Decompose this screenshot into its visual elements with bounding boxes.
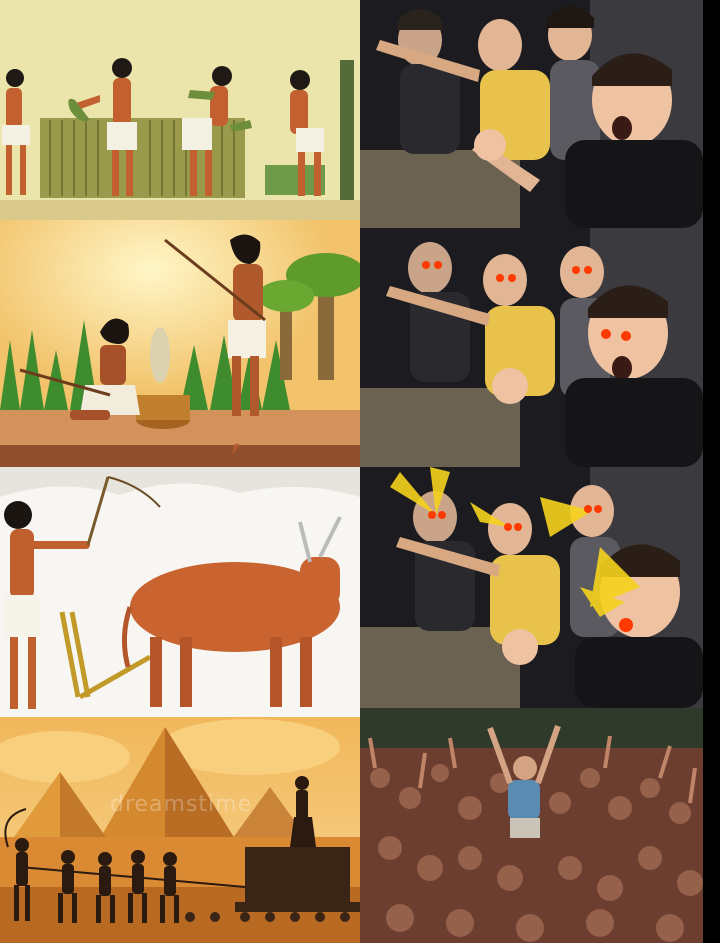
harvest-panel [0, 0, 360, 220]
laser-eyes-photo [360, 467, 703, 708]
pointing-guys-photo [360, 0, 703, 228]
reaction-panel-1 [360, 0, 703, 228]
harvest-illustration [0, 0, 360, 220]
pyramid-panel: dreamstime [0, 717, 360, 943]
glowing-eyes-photo [360, 228, 703, 467]
watermark-text: dreamstime [110, 792, 253, 817]
fishing-panel [0, 220, 360, 467]
right-black-border [703, 0, 720, 943]
reaction-panel-4 [360, 708, 703, 943]
reaction-panel-2 [360, 228, 703, 467]
plowing-illustration [0, 467, 360, 717]
crowd-surfing-photo [360, 708, 703, 943]
pyramid-illustration [0, 717, 360, 943]
plowing-panel [0, 467, 360, 717]
reaction-panel-3 [360, 467, 703, 708]
fishing-illustration [0, 220, 360, 467]
